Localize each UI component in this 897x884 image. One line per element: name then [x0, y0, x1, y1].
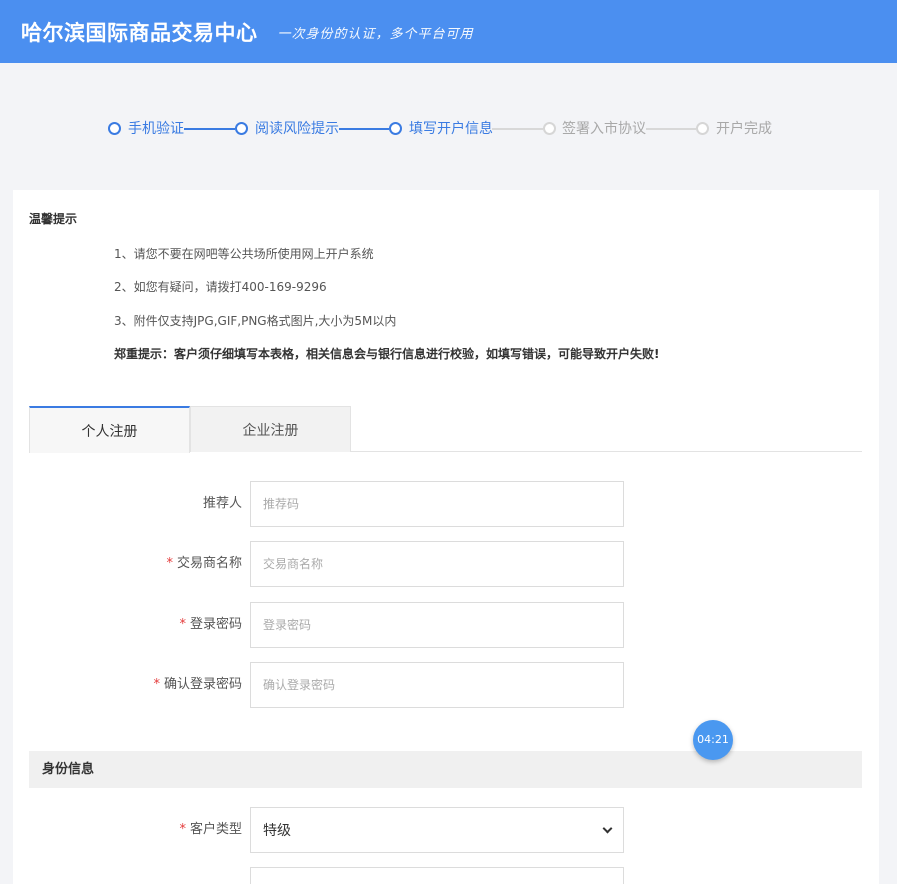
required-mark: *: [179, 822, 186, 837]
referrer-input[interactable]: [250, 481, 624, 527]
chevron-down-icon: [602, 823, 613, 833]
trader-name-input[interactable]: [250, 541, 624, 587]
customer-type-label: * 客户类型: [179, 807, 242, 853]
trader-name-row: * 交易商名称: [13, 541, 879, 587]
registration-tabs: 个人注册 企业注册: [29, 406, 862, 453]
tab-personal[interactable]: 个人注册: [29, 406, 190, 453]
step-5-circle-icon: [696, 122, 709, 135]
customer-type-select[interactable]: 特级: [250, 807, 624, 853]
site-title: 哈尔滨国际商品交易中心: [21, 20, 258, 45]
step-1-label: 手机验证: [128, 121, 184, 137]
step-2-connector: [339, 128, 389, 130]
trader-name-label: * 交易商名称: [166, 541, 242, 587]
tip-item: 1、请您不要在网吧等公共场所使用网上开户系统: [114, 247, 374, 261]
step-1-connector: [184, 128, 235, 130]
customer-type-label-text: 客户类型: [189, 822, 242, 837]
confirm-password-input[interactable]: [250, 662, 624, 708]
required-mark: *: [153, 677, 160, 692]
referrer-row: 推荐人: [13, 481, 879, 527]
password-label-text: 登录密码: [189, 617, 242, 632]
step-3-label: 填写开户信息: [409, 121, 493, 137]
confirm-password-row: * 确认登录密码: [13, 662, 879, 708]
tab-enterprise[interactable]: 企业注册: [190, 406, 351, 452]
top-header: 哈尔滨国际商品交易中心 一次身份的认证，多个平台可用: [0, 0, 897, 63]
countdown-timer: 04:21: [693, 720, 733, 760]
registration-card: 温馨提示 1、请您不要在网吧等公共场所使用网上开户系统 2、如您有疑问，请拨打4…: [13, 190, 879, 884]
confirm-password-label-text: 确认登录密码: [163, 677, 242, 692]
customer-type-row: * 客户类型 特级: [13, 807, 879, 853]
step-3-circle-icon: [389, 122, 402, 135]
identity-section-title: 身份信息: [29, 751, 862, 788]
tip-item: 3、附件仅支持JPG,GIF,PNG格式图片,大小为5M以内: [114, 314, 397, 328]
step-1-circle-icon: [108, 122, 121, 135]
customer-type-value: 特级: [263, 823, 291, 839]
step-2-label: 阅读风险提示: [255, 121, 339, 137]
next-field-partial[interactable]: [250, 867, 624, 884]
step-5-label: 开户完成: [716, 121, 772, 137]
required-mark: *: [179, 617, 186, 632]
referrer-label: 推荐人: [202, 496, 242, 511]
step-3-connector: [492, 128, 543, 130]
important-notice: 郑重提示：客户须仔细填写本表格，相关信息会与银行信息进行校验，如填写错误，可能导…: [114, 347, 660, 361]
password-row: * 登录密码: [13, 602, 879, 648]
required-mark: *: [166, 556, 173, 571]
step-4-circle-icon: [543, 122, 556, 135]
step-4-label: 签署入市协议: [562, 121, 646, 137]
site-slogan: 一次身份的认证，多个平台可用: [277, 27, 474, 42]
tip-item: 2、如您有疑问，请拨打400-169-9296: [114, 280, 327, 294]
step-2-circle-icon: [235, 122, 248, 135]
tips-title: 温馨提示: [29, 212, 78, 226]
trader-name-label-text: 交易商名称: [176, 556, 242, 571]
confirm-password-label: * 确认登录密码: [153, 662, 242, 708]
step-4-connector: [646, 128, 696, 130]
password-input[interactable]: [250, 602, 624, 648]
password-label: * 登录密码: [179, 602, 242, 648]
